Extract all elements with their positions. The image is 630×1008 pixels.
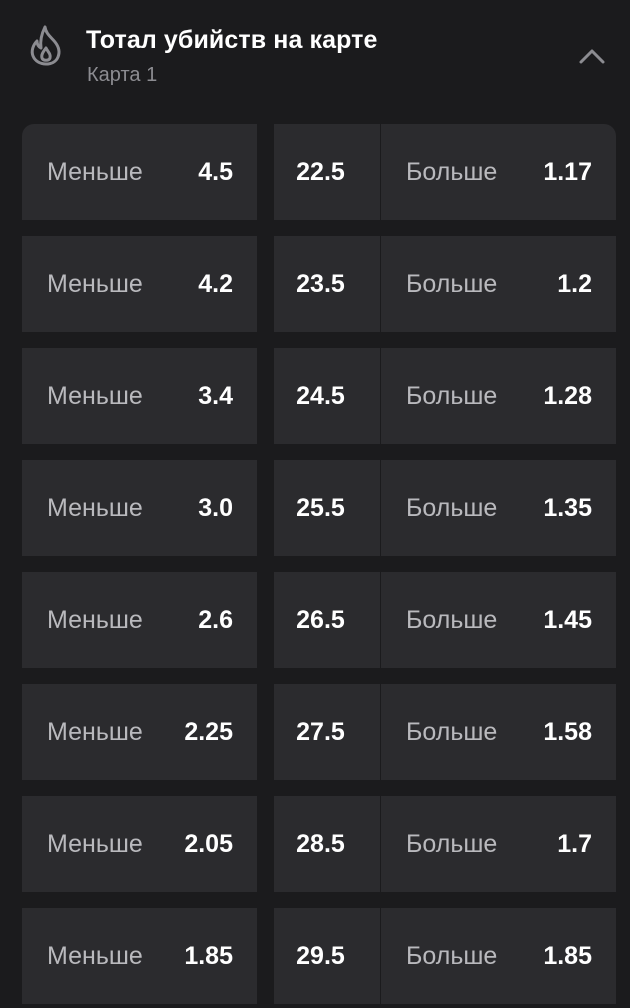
under-button[interactable]: Меньше 2.05 (22, 796, 257, 892)
total-line: 25.5 (274, 460, 380, 556)
over-button[interactable]: Больше 1.58 (381, 684, 616, 780)
line-value: 28.5 (296, 830, 345, 858)
collapse-button[interactable] (572, 36, 612, 76)
under-label: Меньше (47, 382, 143, 410)
odds-row: Меньше 2.6 26.5 Больше 1.45 (22, 572, 616, 668)
over-button[interactable]: Больше 1.45 (381, 572, 616, 668)
over-label: Больше (406, 158, 498, 186)
odds-grid: Меньше 4.5 22.5 Больше 1.17 Меньше 4.2 2… (22, 124, 616, 1008)
line-value: 29.5 (296, 942, 345, 970)
under-label: Меньше (47, 494, 143, 522)
under-button[interactable]: Меньше 4.2 (22, 236, 257, 332)
over-button[interactable]: Больше 1.2 (381, 236, 616, 332)
under-label: Меньше (47, 830, 143, 858)
over-label: Больше (406, 942, 498, 970)
odds-row: Меньше 2.05 28.5 Больше 1.7 (22, 796, 616, 892)
over-button[interactable]: Больше 1.35 (381, 460, 616, 556)
line-value: 26.5 (296, 606, 345, 634)
under-odds: 2.25 (184, 718, 233, 746)
over-label: Больше (406, 494, 498, 522)
total-line: 24.5 (274, 348, 380, 444)
under-odds: 2.6 (198, 606, 233, 634)
odds-row: Меньше 1.85 29.5 Больше 1.85 (22, 908, 616, 1004)
under-label: Меньше (47, 158, 143, 186)
total-line: 29.5 (274, 908, 380, 1004)
total-line: 22.5 (274, 124, 380, 220)
under-label: Меньше (47, 718, 143, 746)
market-title: Тотал убийств на карте (86, 26, 378, 54)
total-line: 23.5 (274, 236, 380, 332)
over-label: Больше (406, 830, 498, 858)
line-value: 27.5 (296, 718, 345, 746)
under-button[interactable]: Меньше 4.5 (22, 124, 257, 220)
over-odds: 1.58 (543, 718, 592, 746)
line-value: 25.5 (296, 494, 345, 522)
odds-row: Меньше 4.5 22.5 Больше 1.17 (22, 124, 616, 220)
total-line: 27.5 (274, 684, 380, 780)
chevron-up-icon (579, 49, 605, 64)
under-label: Меньше (47, 606, 143, 634)
over-label: Больше (406, 718, 498, 746)
market-panel: Тотал убийств на карте Карта 1 Меньше 4.… (0, 0, 630, 1008)
over-button[interactable]: Больше 1.7 (381, 796, 616, 892)
under-odds: 4.2 (198, 270, 233, 298)
under-odds: 4.5 (198, 158, 233, 186)
under-button[interactable]: Меньше 1.85 (22, 908, 257, 1004)
under-label: Меньше (47, 942, 143, 970)
flame-icon (28, 24, 64, 66)
under-button[interactable]: Меньше 3.0 (22, 460, 257, 556)
over-label: Больше (406, 270, 498, 298)
line-value: 24.5 (296, 382, 345, 410)
line-value: 23.5 (296, 270, 345, 298)
under-label: Меньше (47, 270, 143, 298)
under-odds: 3.0 (198, 494, 233, 522)
odds-row: Меньше 2.25 27.5 Больше 1.58 (22, 684, 616, 780)
under-odds: 1.85 (184, 942, 233, 970)
over-odds: 1.7 (557, 830, 592, 858)
over-odds: 1.35 (543, 494, 592, 522)
line-value: 22.5 (296, 158, 345, 186)
over-button[interactable]: Больше 1.28 (381, 348, 616, 444)
odds-row: Меньше 4.2 23.5 Больше 1.2 (22, 236, 616, 332)
under-button[interactable]: Меньше 3.4 (22, 348, 257, 444)
over-odds: 1.2 (557, 270, 592, 298)
under-odds: 3.4 (198, 382, 233, 410)
total-line: 28.5 (274, 796, 380, 892)
under-button[interactable]: Меньше 2.25 (22, 684, 257, 780)
over-label: Больше (406, 606, 498, 634)
odds-row: Меньше 3.0 25.5 Больше 1.35 (22, 460, 616, 556)
over-odds: 1.28 (543, 382, 592, 410)
over-odds: 1.45 (543, 606, 592, 634)
odds-row: Меньше 3.4 24.5 Больше 1.28 (22, 348, 616, 444)
under-odds: 2.05 (184, 830, 233, 858)
over-odds: 1.85 (543, 942, 592, 970)
over-button[interactable]: Больше 1.17 (381, 124, 616, 220)
total-line: 26.5 (274, 572, 380, 668)
market-header[interactable]: Тотал убийств на карте Карта 1 (0, 0, 630, 110)
over-odds: 1.17 (543, 158, 592, 186)
over-button[interactable]: Больше 1.85 (381, 908, 616, 1004)
map-subtitle: Карта 1 (87, 64, 158, 86)
under-button[interactable]: Меньше 2.6 (22, 572, 257, 668)
over-label: Больше (406, 382, 498, 410)
